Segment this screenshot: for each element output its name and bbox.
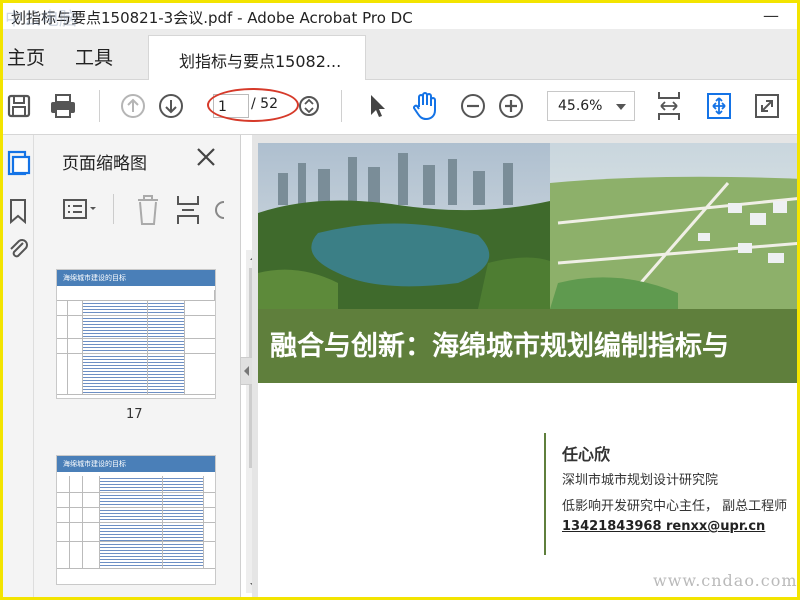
- thumbnail-page-number: 17: [126, 407, 143, 422]
- tab-tools[interactable]: 工具: [75, 43, 113, 70]
- rotate-icon[interactable]: [215, 201, 225, 219]
- toolbar: 1 / 52 45.6%: [3, 80, 797, 135]
- author-organization: 深圳市城市规划设计研究院: [562, 473, 719, 488]
- hand-tool-icon[interactable]: [409, 90, 441, 122]
- author-contact[interactable]: 13421843968 renxx@upr.cn: [562, 519, 765, 534]
- page-thumbnail-17[interactable]: 海绵城市建设的目标: [56, 269, 216, 399]
- document-viewport[interactable]: 融合与创新：海绵城市规划编制指标与 任心欣 深圳市城市规划设计研究院 低影响开发…: [252, 135, 797, 597]
- select-pointer-icon[interactable]: [361, 90, 393, 122]
- fit-page-icon[interactable]: [653, 90, 685, 122]
- panel-title: 页面缩略图: [62, 154, 147, 174]
- toolbar-divider: [341, 90, 342, 122]
- scroll-mode-icon[interactable]: [703, 90, 735, 122]
- chevron-down-icon: [616, 104, 626, 110]
- delete-icon[interactable]: [138, 195, 158, 225]
- full-screen-icon[interactable]: [751, 90, 783, 122]
- author-name: 任心欣: [562, 445, 611, 464]
- highlight-ellipse: [207, 88, 299, 122]
- zoom-level-select[interactable]: 45.6%: [547, 91, 635, 121]
- page-thumbnails-icon[interactable]: [5, 149, 31, 177]
- extract-pages-icon[interactable]: [177, 196, 199, 224]
- accent-divider: [544, 433, 546, 555]
- headline-band: 融合与创新：海绵城市规划编制指标与: [258, 309, 797, 383]
- save-icon[interactable]: [3, 90, 35, 122]
- acrobat-window: 划指标与要点150821-3会议.pdf - Adobe Acrobat Pro…: [0, 0, 800, 600]
- document-headline: 融合与创新：海绵城市规划编制指标与: [270, 331, 729, 362]
- attachment-icon[interactable]: [5, 235, 31, 263]
- tab-home[interactable]: 主页: [7, 43, 45, 70]
- bookmark-icon[interactable]: [5, 197, 31, 225]
- panel-toolbar: [56, 190, 226, 230]
- watermark-top-left: 中公电脑: [5, 9, 77, 30]
- navigation-rail: [3, 135, 34, 597]
- thumbnail-options-icon[interactable]: [63, 199, 96, 219]
- title-bar: 划指标与要点150821-3会议.pdf - Adobe Acrobat Pro…: [3, 3, 797, 30]
- thumbnail-header: 海绵城市建设的目标: [57, 456, 215, 472]
- print-icon[interactable]: [47, 90, 79, 122]
- page-thumbnails-panel: 页面缩略图 海绵城市建设的目标 17 海绵城市建设的目标: [34, 135, 263, 597]
- page-thumbnail-18[interactable]: 海绵城市建设的目标: [56, 455, 216, 585]
- zoom-level-value: 45.6%: [558, 98, 603, 114]
- tab-document[interactable]: 划指标与要点15082...: [148, 35, 366, 81]
- toolbar-divider: [99, 90, 100, 122]
- zoom-out-icon[interactable]: [457, 90, 489, 122]
- watermark-bottom-right: www.cndao.com: [653, 571, 798, 590]
- next-page-icon[interactable]: [155, 90, 187, 122]
- previous-page-icon[interactable]: [117, 90, 149, 122]
- pdf-page: 融合与创新：海绵城市规划编制指标与 任心欣 深圳市城市规划设计研究院 低影响开发…: [258, 143, 797, 597]
- zoom-in-icon[interactable]: [495, 90, 527, 122]
- tab-document-label: 划指标与要点15082...: [179, 52, 342, 71]
- author-role: 低影响开发研究中心主任， 副总工程师: [562, 499, 788, 514]
- title-banner-photos: [258, 143, 797, 309]
- close-icon[interactable]: [194, 145, 218, 169]
- page-stepper-icon[interactable]: [293, 90, 325, 122]
- thumbnail-header: 海绵城市建设的目标: [57, 270, 215, 286]
- tab-bar: 主页 工具 划指标与要点15082...: [3, 29, 797, 81]
- minimize-button[interactable]: —: [751, 3, 791, 29]
